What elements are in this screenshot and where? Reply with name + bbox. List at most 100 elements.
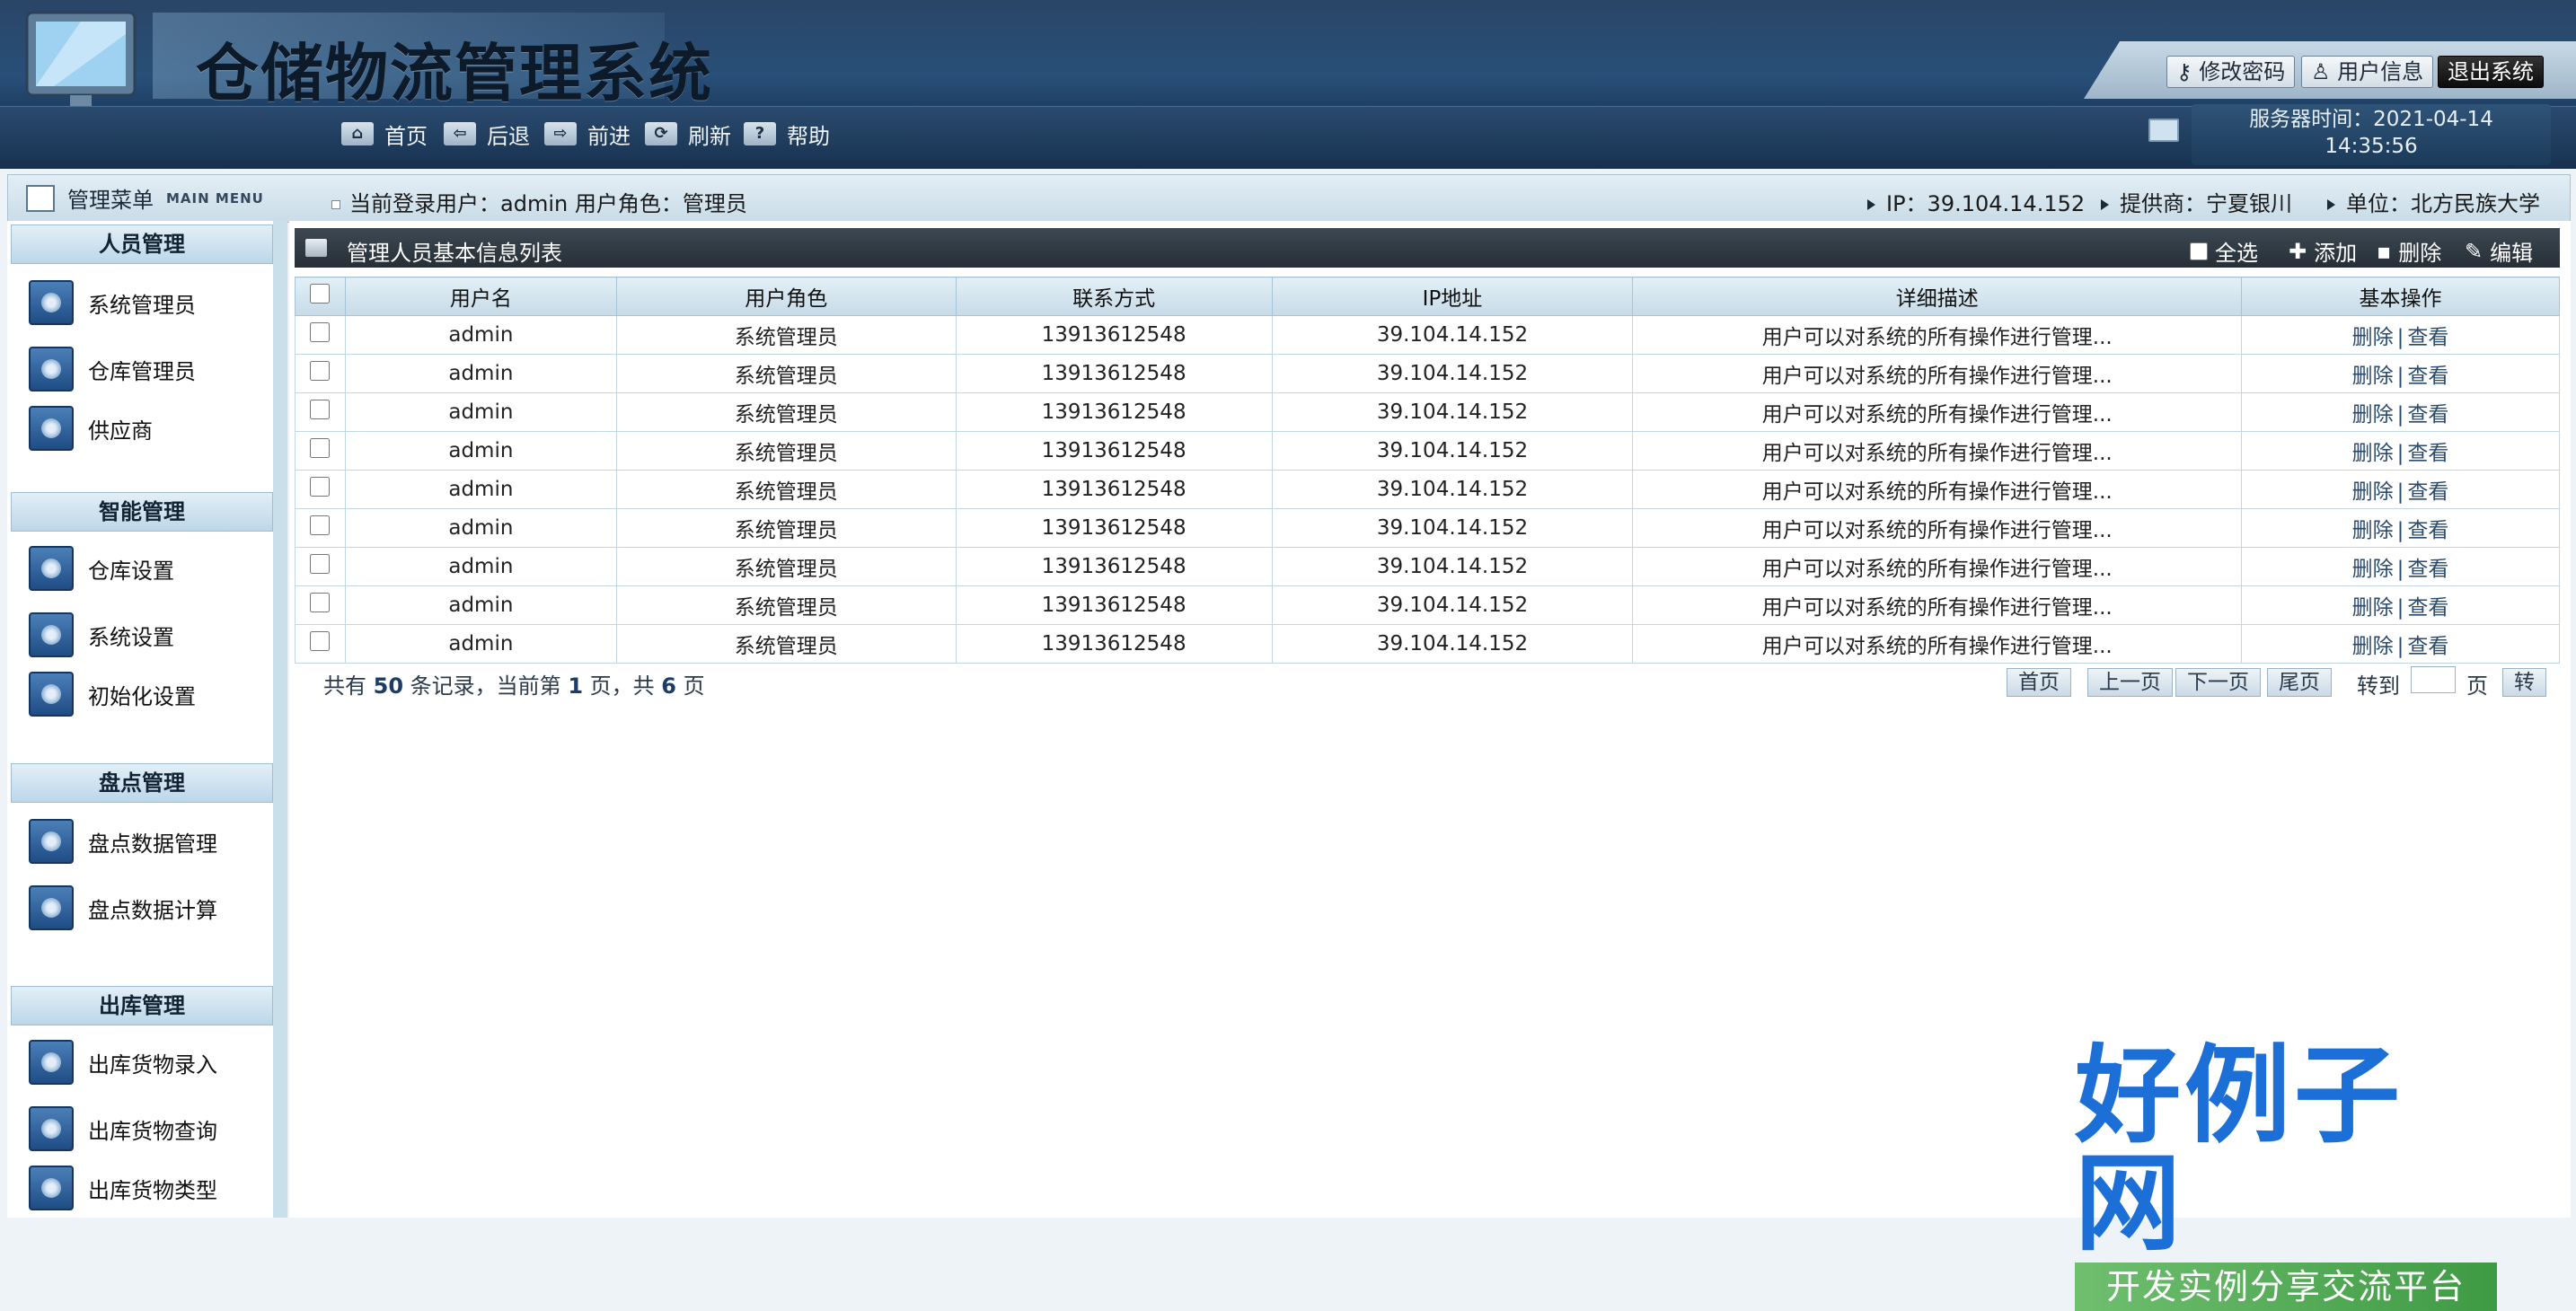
section-inventory[interactable]: 盘点管理: [11, 763, 273, 803]
sidebar-item-supplier[interactable]: 供应商: [29, 406, 153, 451]
section-personnel[interactable]: 人员管理: [11, 224, 273, 264]
row-checkbox[interactable]: [310, 400, 331, 419]
username-cell: admin: [344, 547, 617, 586]
row-view-link[interactable]: 查看: [2407, 558, 2448, 581]
ip-cell: 39.104.14.152: [1271, 392, 1634, 432]
role-cell: 系统管理员: [615, 547, 957, 586]
row-delete-link[interactable]: 删除: [2352, 558, 2394, 581]
menu-subtitle: MAIN MENU: [166, 189, 264, 207]
table-row[interactable]: admin 系统管理员 13913612548 39.104.14.152 用户可以对系…: [295, 508, 2560, 548]
row-checkbox-cell: [295, 624, 346, 664]
row-delete-link[interactable]: 删除: [2352, 519, 2394, 542]
panel-header: 管理人员基本信息列表 全选 ✚ 添加 ▪ 删除 ✎ 编辑: [295, 228, 2560, 268]
table-row[interactable]: admin 系统管理员 13913612548 39.104.14.152 用户可以对系…: [295, 624, 2560, 664]
table-row[interactable]: admin 系统管理员 13913612548 39.104.14.152 用户可以对系…: [295, 585, 2560, 625]
row-checkbox[interactable]: [310, 631, 331, 651]
actions-cell: 删除 | 查看: [2241, 547, 2560, 586]
actions-cell: 删除 | 查看: [2241, 508, 2560, 548]
sidebar-item-outbound-entry[interactable]: 出库货物录入: [29, 1040, 217, 1085]
row-view-link[interactable]: 查看: [2407, 480, 2448, 504]
total-records: 50: [373, 673, 404, 699]
last-page-button[interactable]: 尾页: [2267, 668, 2332, 697]
column-header: IP地址: [1271, 277, 1634, 316]
first-page-button[interactable]: 首页: [2007, 668, 2071, 697]
row-checkbox[interactable]: [310, 438, 331, 458]
user-icon: [29, 819, 74, 864]
header-checkbox[interactable]: [310, 284, 331, 304]
add-button[interactable]: ✚ 添加: [2289, 235, 2357, 267]
user-icon: [29, 546, 74, 591]
arrow-icon: [2101, 199, 2109, 210]
select-all-checkbox[interactable]: 全选: [2190, 235, 2258, 267]
row-delete-link[interactable]: 删除: [2352, 635, 2394, 658]
row-checkbox[interactable]: [310, 477, 331, 497]
column-header: 联系方式: [955, 277, 1273, 316]
table-row[interactable]: admin 系统管理员 13913612548 39.104.14.152 用户可以对系…: [295, 354, 2560, 393]
row-view-link[interactable]: 查看: [2407, 596, 2448, 620]
row-checkbox[interactable]: [310, 515, 331, 535]
row-delete-link[interactable]: 删除: [2352, 480, 2394, 504]
row-checkbox[interactable]: [310, 322, 331, 342]
section-smart[interactable]: 智能管理: [11, 492, 273, 532]
arrow-icon: [1867, 199, 1875, 210]
sidebar-item-init-settings[interactable]: 初始化设置: [29, 672, 196, 717]
column-header: 详细描述: [1632, 277, 2243, 316]
row-view-link[interactable]: 查看: [2407, 326, 2448, 349]
nav-refresh[interactable]: ⟳ 刷新: [645, 119, 731, 149]
edit-button[interactable]: ✎ 编辑: [2465, 235, 2533, 267]
goto-button[interactable]: 转: [2502, 668, 2546, 697]
delete-button[interactable]: ▪ 删除: [2377, 235, 2441, 267]
sidebar-item-outbound-query[interactable]: 出库货物查询: [29, 1106, 217, 1151]
nav-help[interactable]: ? 帮助: [744, 119, 830, 149]
key-icon: ⚷: [2176, 59, 2192, 84]
prev-page-button[interactable]: 上一页: [2087, 668, 2173, 697]
nav-back[interactable]: ⇦ 后退: [444, 119, 530, 149]
row-delete-link[interactable]: 删除: [2352, 403, 2394, 427]
row-checkbox[interactable]: [310, 593, 331, 612]
row-view-link[interactable]: 查看: [2407, 519, 2448, 542]
header-checkbox-cell: [295, 277, 346, 316]
table-row[interactable]: admin 系统管理员 13913612548 39.104.14.152 用户可以对系…: [295, 392, 2560, 432]
sidebar-item-warehouse-admin[interactable]: 仓库管理员: [29, 347, 196, 392]
row-view-link[interactable]: 查看: [2407, 365, 2448, 388]
section-outbound[interactable]: 出库管理: [11, 986, 273, 1025]
sidebar-item-inventory-data[interactable]: 盘点数据管理: [29, 819, 217, 864]
row-view-link[interactable]: 查看: [2407, 635, 2448, 658]
row-delete-link[interactable]: 删除: [2352, 326, 2394, 349]
select-all-input[interactable]: [2190, 242, 2208, 260]
role-cell: 系统管理员: [615, 431, 957, 471]
description-cell: 用户可以对系统的所有操作进行管理...: [1632, 547, 2243, 586]
user-info-button[interactable]: ♙ 用户信息: [2301, 56, 2434, 88]
row-view-link[interactable]: 查看: [2407, 403, 2448, 427]
forward-icon: ⇨: [544, 122, 577, 145]
nav-home[interactable]: ⌂ 首页: [341, 119, 428, 149]
separator: |: [2396, 596, 2404, 620]
table-row[interactable]: admin 系统管理员 13913612548 39.104.14.152 用户可以对系…: [295, 431, 2560, 471]
nav-forward[interactable]: ⇨ 前进: [544, 119, 631, 149]
goto-page-input[interactable]: [2411, 666, 2456, 693]
row-delete-link[interactable]: 删除: [2352, 365, 2394, 388]
nav-toolbar: ⌂ 首页 ⇦ 后退 ⇨ 前进 ⟳ 刷新 ? 帮助: [0, 106, 2576, 161]
server-time: 服务器时间：2021-04-14 14:35:56: [2192, 104, 2551, 165]
table-body: admin 系统管理员 13913612548 39.104.14.152 用户可以对系…: [295, 315, 2560, 664]
row-delete-link[interactable]: 删除: [2352, 442, 2394, 465]
ip-cell: 39.104.14.152: [1271, 508, 1634, 548]
sidebar-item-outbound-type[interactable]: 出库货物类型: [29, 1166, 217, 1210]
row-checkbox[interactable]: [310, 554, 331, 574]
change-password-button[interactable]: ⚷ 修改密码: [2166, 56, 2296, 88]
row-view-link[interactable]: 查看: [2407, 442, 2448, 465]
table-row[interactable]: admin 系统管理员 13913612548 39.104.14.152 用户可以对系…: [295, 315, 2560, 355]
sidebar-item-system-admin[interactable]: 系统管理员: [29, 280, 196, 325]
logout-button[interactable]: 退出系统: [2438, 56, 2544, 88]
row-delete-link[interactable]: 删除: [2352, 596, 2394, 620]
actions-cell: 删除 | 查看: [2241, 585, 2560, 625]
sidebar-item-system-settings[interactable]: 系统设置: [29, 612, 174, 657]
table-row[interactable]: admin 系统管理员 13913612548 39.104.14.152 用户可以对系…: [295, 470, 2560, 509]
separator: |: [2396, 403, 2404, 427]
row-checkbox[interactable]: [310, 361, 331, 381]
next-page-button[interactable]: 下一页: [2175, 668, 2261, 697]
row-checkbox-cell: [295, 431, 346, 471]
sidebar-item-warehouse-settings[interactable]: 仓库设置: [29, 546, 174, 591]
sidebar-item-inventory-calc[interactable]: 盘点数据计算: [29, 885, 217, 930]
table-row[interactable]: admin 系统管理员 13913612548 39.104.14.152 用户可以对系…: [295, 547, 2560, 586]
